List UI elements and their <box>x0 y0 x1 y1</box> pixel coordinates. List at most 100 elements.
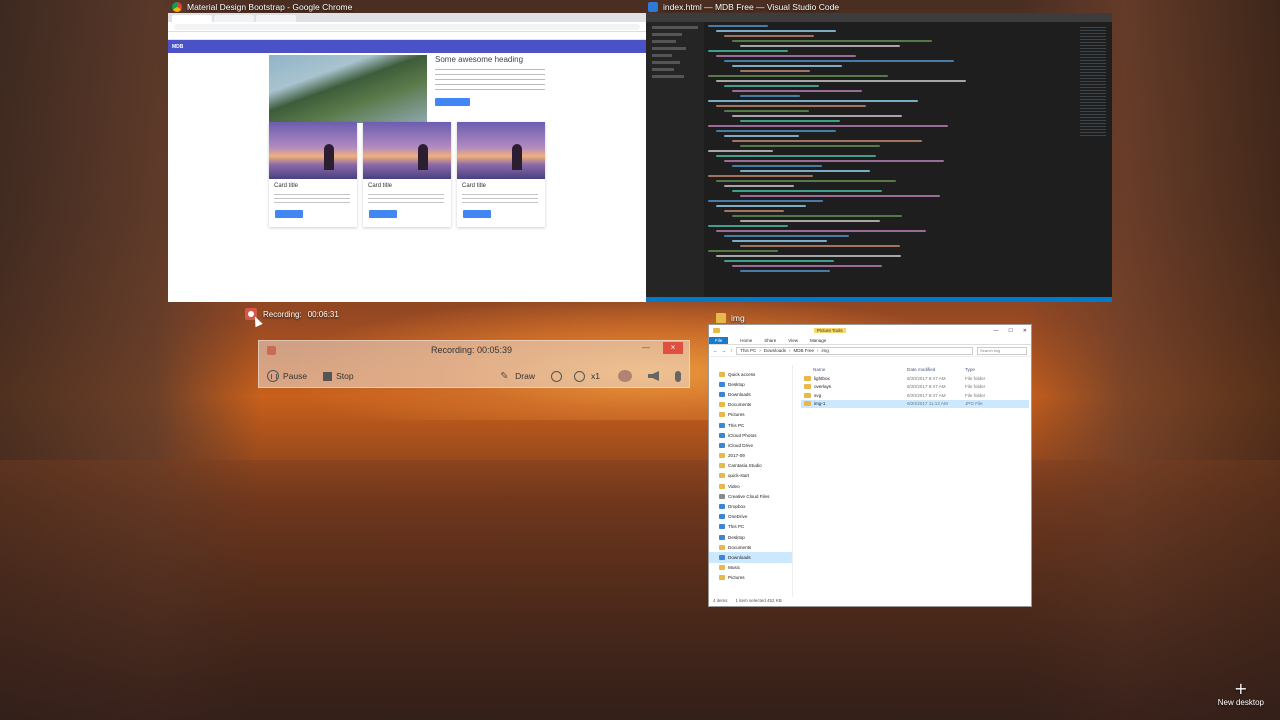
ribbon-tab-file[interactable]: File <box>709 336 729 344</box>
explorer-navigation-pane: Quick access Desktop Downloads Documents Pic… <box>709 365 793 597</box>
vscode-minimap[interactable] <box>1080 27 1106 137</box>
chrome-tab[interactable] <box>172 15 212 22</box>
stop-icon <box>323 371 333 381</box>
close-icon[interactable]: ✕ <box>1023 328 1027 334</box>
breadcrumb[interactable]: This PC › Downloads › MDB Free › img <box>736 346 973 355</box>
vscode-window-thumbnail[interactable] <box>646 13 1112 302</box>
speaker-icon[interactable] <box>648 371 659 381</box>
ribbon-tab-manage[interactable]: Manage <box>810 338 826 343</box>
pc-icon <box>719 422 725 428</box>
recorder-toolbar[interactable]: Recording: 00:05:39 — × Pause Stop ✎ Dra… <box>258 340 690 388</box>
file-name: img-1 <box>814 401 826 407</box>
chrome-window-title-bar[interactable]: Material Design Bootstrap - Google Chrom… <box>172 0 352 14</box>
up-arrow-icon[interactable]: ↑ <box>730 348 732 353</box>
nav-item-label: Desktop <box>728 534 745 540</box>
nav-item[interactable]: Camtasia Studio <box>709 461 792 471</box>
folder-blue-icon <box>719 391 725 397</box>
explorer-window-thumbnail[interactable]: Picture Tools — ☐ ✕ File Home Share View… <box>708 324 1032 607</box>
nav-item[interactable]: 2017-09 <box>709 451 792 461</box>
code-line <box>708 200 823 202</box>
back-arrow-icon[interactable]: ← <box>713 348 718 353</box>
code-line <box>724 210 784 212</box>
chrome-address-bar[interactable] <box>168 22 646 32</box>
pencil-icon: ✎ <box>500 370 509 382</box>
chrome-window-thumbnail[interactable]: MDB Some awesome heading Card title Card… <box>168 13 646 302</box>
new-desktop-button[interactable]: + New desktop <box>1218 681 1264 708</box>
breadcrumb-item[interactable]: img <box>822 348 829 353</box>
ribbon-tab-share[interactable]: Share <box>764 338 776 343</box>
microphone-icon[interactable] <box>675 370 681 382</box>
chrome-tab[interactable] <box>256 15 296 22</box>
card-button[interactable] <box>463 210 491 218</box>
picture-tools-tab[interactable]: Picture Tools <box>814 328 846 333</box>
nav-item[interactable]: This PC <box>709 522 792 532</box>
chrome-tab[interactable] <box>214 15 254 22</box>
nav-item[interactable]: Creative Cloud Files <box>709 491 792 501</box>
minimize-button[interactable]: — <box>639 343 653 354</box>
card-button[interactable] <box>369 210 397 218</box>
forward-arrow-icon[interactable]: → <box>722 348 727 353</box>
zoom-out-icon[interactable] <box>574 370 586 382</box>
nav-item[interactable]: This PC <box>709 420 792 430</box>
code-line <box>724 85 819 87</box>
stop-button[interactable]: Stop <box>323 371 354 381</box>
ribbon-tab-home[interactable]: Home <box>740 338 752 343</box>
nav-item[interactable]: Quick access <box>709 369 792 379</box>
nav-item[interactable]: Pictures <box>709 410 792 420</box>
nav-item-label: Documents <box>728 544 752 550</box>
breadcrumb-item[interactable]: MDB Free <box>794 348 815 353</box>
nav-item[interactable]: Downloads <box>709 389 792 399</box>
file-row[interactable]: overlays 9/20/2017 8:47 AM File folder <box>801 383 1029 392</box>
file-row[interactable]: img-1 9/20/2017 11:13 AM JPG File <box>801 399 1029 408</box>
pause-button[interactable]: Pause <box>267 370 307 382</box>
explorer-window-title-bar[interactable]: img <box>716 311 745 325</box>
hero-button[interactable] <box>435 98 470 106</box>
code-line <box>708 175 813 177</box>
code-line <box>716 80 966 82</box>
minimize-icon[interactable]: — <box>993 328 998 334</box>
card-image <box>457 122 545 179</box>
pause-label: Pause <box>283 371 308 381</box>
nav-item[interactable]: iCloud Photos <box>709 430 792 440</box>
ribbon-tab-view[interactable]: View <box>788 338 798 343</box>
zoom-in-icon[interactable] <box>551 370 563 382</box>
code-line <box>716 30 836 32</box>
file-row[interactable]: svg 9/20/2017 8:47 AM File folder <box>801 391 1029 400</box>
nav-item[interactable]: Music <box>709 563 792 573</box>
maximize-icon[interactable]: ☐ <box>1008 328 1012 334</box>
nav-item[interactable]: Documents <box>709 400 792 410</box>
card-button[interactable] <box>275 210 303 218</box>
file-row[interactable]: lightbox 9/20/2017 8:47 AM File folder <box>801 374 1029 383</box>
nav-item[interactable]: Desktop <box>709 532 792 542</box>
draw-button[interactable]: ✎ Draw <box>500 371 535 382</box>
nav-item-label: iCloud Drive <box>728 442 754 448</box>
breadcrumb-item[interactable]: Downloads <box>764 348 786 353</box>
nav-item[interactable]: iCloud Drive <box>709 440 792 450</box>
nav-item[interactable]: Downloads <box>709 552 792 563</box>
nav-item[interactable]: quick-start <box>709 471 792 481</box>
nav-item[interactable]: Desktop <box>709 379 792 389</box>
nav-item-label: Quick access <box>728 371 756 377</box>
code-line <box>708 100 918 102</box>
nav-item[interactable]: Video <box>709 481 792 491</box>
vscode-code-editor[interactable] <box>708 25 1078 295</box>
webcam-icon[interactable] <box>618 370 632 382</box>
code-line <box>740 245 900 247</box>
code-line <box>740 95 800 97</box>
folder-icon <box>804 392 811 398</box>
column-header-name[interactable]: Name <box>801 367 907 372</box>
nav-item[interactable]: Pictures <box>709 573 792 583</box>
column-header-type[interactable]: Type <box>965 367 1015 372</box>
breadcrumb-item[interactable]: This PC <box>740 348 756 353</box>
nav-item-label: Creative Cloud Files <box>728 493 770 499</box>
nav-item[interactable]: OneDrive <box>709 512 792 522</box>
nav-item-label: OneDrive <box>728 514 748 520</box>
column-header-date[interactable]: Date modified <box>907 367 965 372</box>
nav-item[interactable]: Dropbox <box>709 501 792 511</box>
search-input[interactable]: Search img <box>977 346 1027 355</box>
vscode-window-title-bar[interactable]: index.html — MDB Free — Visual Studio Co… <box>648 0 839 14</box>
code-line <box>724 185 794 187</box>
close-button[interactable]: × <box>663 342 683 354</box>
stop-label: Stop <box>336 371 354 381</box>
nav-item[interactable]: Documents <box>709 542 792 552</box>
